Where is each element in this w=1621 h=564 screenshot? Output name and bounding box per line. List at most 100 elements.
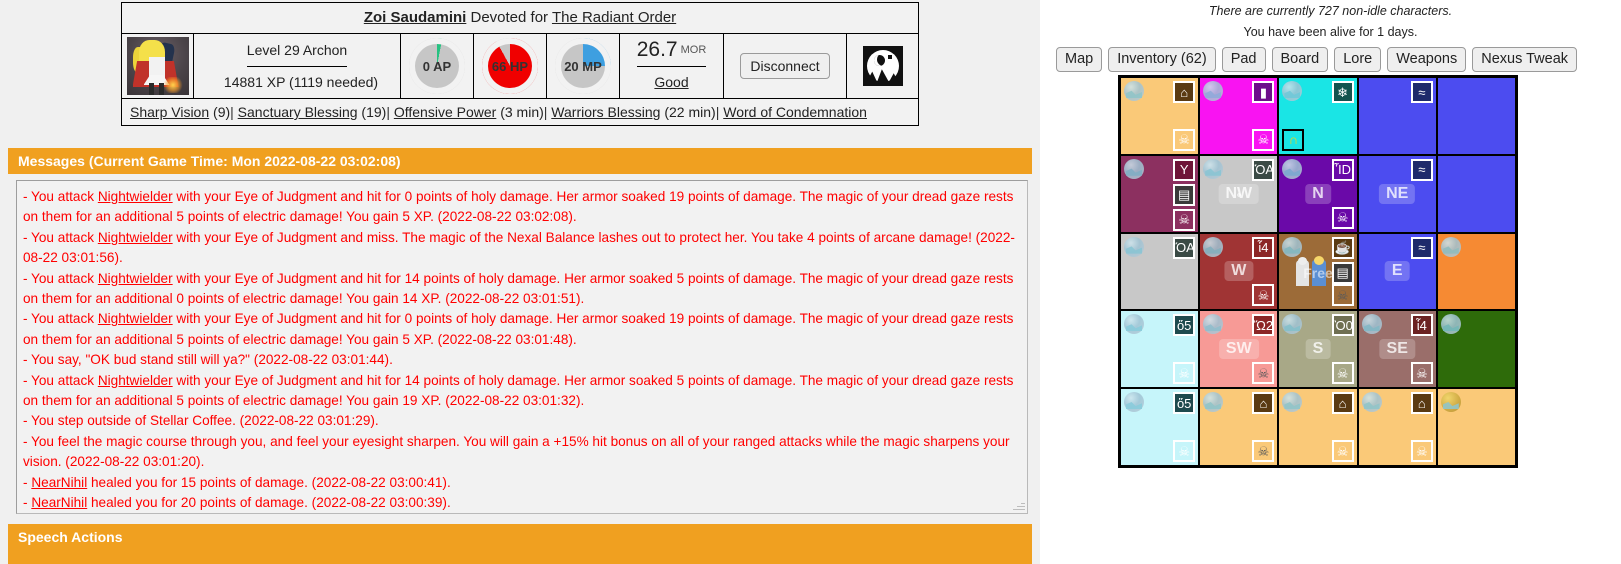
avatar[interactable] <box>122 34 194 98</box>
cafe-icon[interactable]: ☕ <box>1331 236 1354 259</box>
compass-icon[interactable] <box>1203 314 1224 335</box>
map-cell-12[interactable]: Wἷ4 ☠ <box>1199 232 1279 311</box>
world-map-grid[interactable]: ⌂☠▮☠❄∩≈Y▤☠NWὌANἾD☠NE≈ὌAWἷ4☠Free☕▤☠E≈ὅ5☠S… <box>1118 75 1518 468</box>
map-cell-24[interactable]: ⌂ ☠ <box>1357 388 1437 466</box>
character-name[interactable]: Zoi Saudamini <box>364 9 467 26</box>
clothes-icon[interactable]: ὅ5 <box>1173 392 1196 415</box>
compass-icon[interactable] <box>1282 236 1303 257</box>
lamp-dark-icon[interactable]: ☠ <box>1331 284 1354 307</box>
lamp-icon[interactable]: ☠ <box>1410 362 1433 385</box>
bank-icon[interactable]: ▤ <box>1331 261 1354 284</box>
map-cell-1[interactable]: ⌂ ☠ <box>1120 77 1200 155</box>
lamp-icon[interactable]: ☠ <box>1331 440 1354 462</box>
guild-link[interactable]: The Radiant Order <box>552 9 676 26</box>
map-cell-22[interactable]: ⌂ ☠ <box>1199 388 1279 466</box>
clothes-icon[interactable]: ὅ5 <box>1173 314 1196 337</box>
monument-icon[interactable]: ∩ <box>1282 128 1305 151</box>
store-icon[interactable]: Ὥ2 <box>1252 314 1275 337</box>
compass-icon[interactable] <box>1282 392 1303 413</box>
lamp-icon[interactable]: ☠ <box>1252 284 1275 307</box>
bank-money-icon[interactable]: Ὃ0 <box>1331 314 1354 337</box>
compass-icon[interactable] <box>1124 158 1144 179</box>
player-link[interactable]: Nightwielder <box>98 230 173 245</box>
map-cell-13[interactable]: Free ☕ ▤ ☠ <box>1278 232 1358 311</box>
map-cell-25[interactable] <box>1436 388 1516 466</box>
water-icon[interactable]: ≈ <box>1410 81 1433 103</box>
nexus-tweak-button[interactable]: Nexus Tweak <box>1472 47 1578 72</box>
compass-icon[interactable] <box>1440 236 1461 257</box>
building-icon[interactable]: ⌂ <box>1252 392 1275 415</box>
map-cell-20[interactable] <box>1436 310 1516 389</box>
map-cell-6[interactable]: Y ▤ ☠ <box>1120 154 1200 233</box>
fountain-icon[interactable]: ❄ <box>1331 81 1354 103</box>
lamp-icon[interactable]: ☠ <box>1331 206 1354 229</box>
factory-icon[interactable]: ἾD <box>1331 158 1354 181</box>
buff-5[interactable]: Word of Condemnation <box>723 104 867 120</box>
compass-icon[interactable] <box>1203 81 1224 101</box>
messages-log[interactable]: - You attack Nightwielder with your Eye … <box>16 180 1028 514</box>
map-button[interactable]: Map <box>1056 47 1103 72</box>
buff-2[interactable]: Sanctuary Blessing <box>238 104 358 120</box>
lamp-dark-icon[interactable]: ☠ <box>1252 362 1275 385</box>
water-icon[interactable]: ≈ <box>1410 158 1433 181</box>
compass-icon[interactable] <box>1203 236 1224 257</box>
lamp-icon[interactable]: ☠ <box>1410 440 1433 462</box>
lamp-dark-icon[interactable]: ☠ <box>1252 440 1275 462</box>
lamp-icon[interactable]: ☠ <box>1173 440 1196 462</box>
buff-4[interactable]: Warriors Blessing <box>551 104 660 120</box>
map-cell-23[interactable]: ⌂ ☠ <box>1278 388 1358 466</box>
restaurant-icon[interactable]: ἷ4 <box>1252 236 1275 259</box>
map-cell-2[interactable]: ▮ ☠ <box>1199 77 1279 155</box>
water-icon[interactable]: ≈ <box>1410 236 1433 259</box>
lore-button[interactable]: Lore <box>1334 47 1382 72</box>
buff-3[interactable]: Offensive Power <box>394 104 496 120</box>
restaurant-icon[interactable]: ἷ4 <box>1410 314 1433 337</box>
pad-button[interactable]: Pad <box>1221 47 1266 72</box>
compass-icon[interactable] <box>1361 314 1382 335</box>
weapons-button[interactable]: Weapons <box>1387 47 1467 72</box>
map-cell-5[interactable] <box>1436 77 1516 155</box>
lamp-icon[interactable]: ☠ <box>1173 208 1196 231</box>
compass-icon[interactable] <box>1124 314 1144 335</box>
chart-icon[interactable]: ὌA <box>1173 236 1196 259</box>
map-cell-9[interactable]: NE ≈ <box>1357 154 1437 233</box>
map-cell-10[interactable] <box>1436 154 1516 233</box>
compass-icon[interactable] <box>1440 314 1461 335</box>
building-icon[interactable]: ⌂ <box>1173 81 1196 103</box>
lamp-icon[interactable]: ☠ <box>1173 128 1196 151</box>
map-cell-3[interactable]: ❄ ∩ <box>1278 77 1358 155</box>
map-cell-16[interactable]: ὅ5 ☠ <box>1120 310 1200 389</box>
chart-icon[interactable]: ὌA <box>1252 158 1275 181</box>
inventory-button[interactable]: Inventory (62) <box>1108 47 1216 72</box>
compass-icon[interactable] <box>1282 314 1303 335</box>
bar-icon[interactable]: Y <box>1173 158 1196 181</box>
map-cell-11[interactable]: ὌA <box>1120 232 1200 311</box>
map-cell-4[interactable]: ≈ <box>1357 77 1437 155</box>
morale-status[interactable]: Good <box>654 67 688 99</box>
player-link[interactable]: Nightwielder <box>98 311 173 326</box>
lamp-icon[interactable]: ☠ <box>1173 362 1196 385</box>
player-link[interactable]: NearNihil <box>31 495 87 510</box>
board-button[interactable]: Board <box>1271 47 1329 72</box>
player-link[interactable]: Nightwielder <box>98 373 173 388</box>
building-icon[interactable]: ⌂ <box>1331 392 1354 415</box>
map-cell-8[interactable]: N ἾD ☠ <box>1278 154 1358 233</box>
player-link[interactable]: Nightwielder <box>98 189 173 204</box>
compass-icon[interactable] <box>1282 158 1303 179</box>
compass-icon[interactable] <box>1124 81 1144 101</box>
compass-icon[interactable] <box>1361 392 1382 413</box>
map-cell-7[interactable]: NWὌA <box>1199 154 1279 233</box>
lamp-icon[interactable]: ☠ <box>1252 128 1275 151</box>
map-cell-14[interactable]: E ≈ <box>1357 232 1437 311</box>
tower-icon[interactable]: ▮ <box>1252 81 1275 103</box>
lamp-icon[interactable]: ☠ <box>1331 362 1354 385</box>
player-link[interactable]: NearNihil <box>31 475 87 490</box>
map-cell-17[interactable]: SW Ὥ2 ☠ <box>1199 310 1279 389</box>
compass-icon[interactable] <box>1124 392 1144 413</box>
compass-icon[interactable] <box>1440 392 1461 413</box>
bank-icon[interactable]: ▤ <box>1173 183 1196 206</box>
map-cell-15[interactable] <box>1436 232 1516 311</box>
map-cell-21[interactable]: ὅ5 ☠ <box>1120 388 1200 466</box>
map-cell-19[interactable]: SE ἷ4 ☠ <box>1357 310 1437 389</box>
compass-icon[interactable] <box>1203 392 1224 413</box>
